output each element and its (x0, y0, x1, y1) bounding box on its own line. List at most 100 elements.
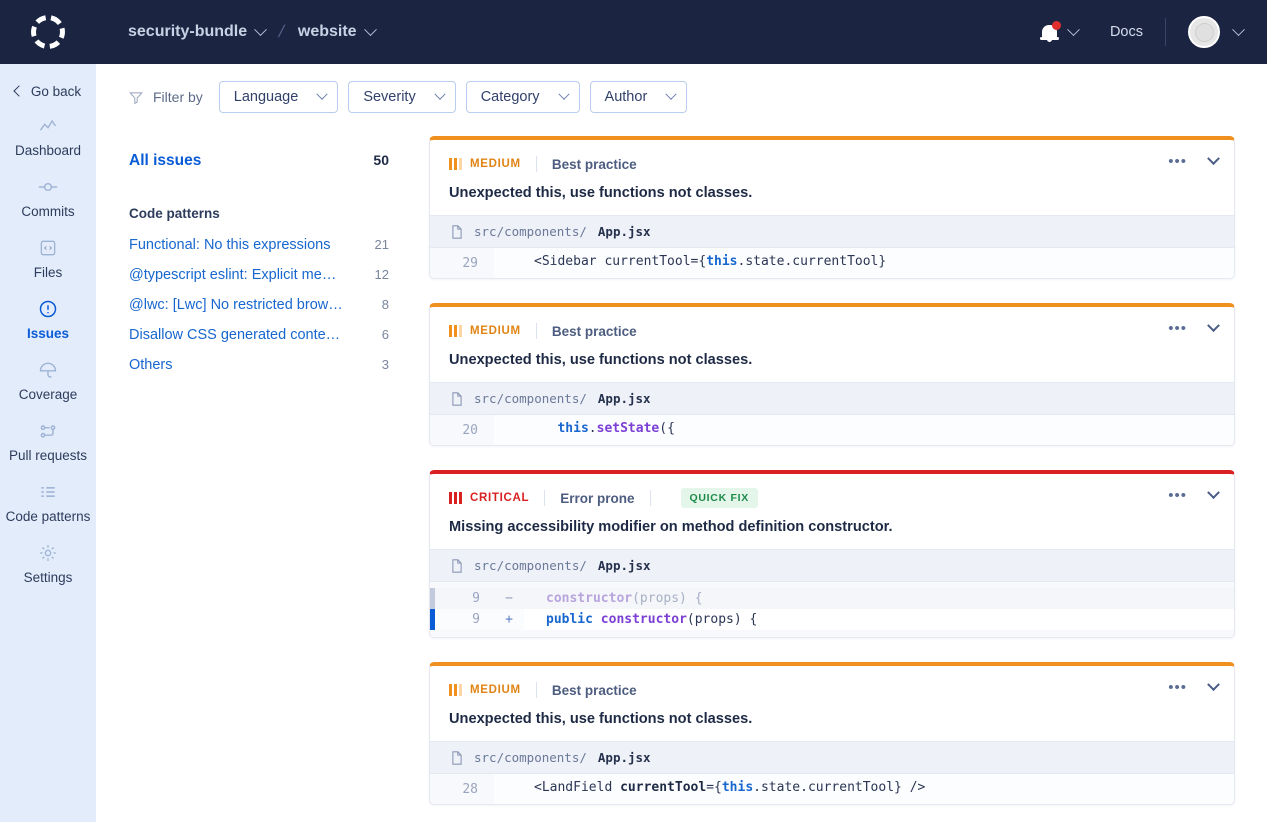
sidebar-item-settings[interactable]: Settings (0, 533, 96, 594)
filter-category-dropdown[interactable]: Category (465, 81, 580, 113)
sidebar-item-label: Coverage (18, 386, 78, 402)
ellipsis-icon[interactable]: ••• (1168, 321, 1187, 336)
filter-author-label: Author (604, 89, 648, 105)
issue-card-actions: ••• (1168, 152, 1220, 169)
filter-bar: Filter by Language Severity Category Aut… (96, 64, 1267, 130)
logo-container[interactable] (0, 0, 96, 64)
chevron-down-icon (665, 88, 677, 100)
ellipsis-icon[interactable]: ••• (1168, 154, 1187, 169)
issue-category: Best practice (551, 156, 637, 172)
chevron-down-icon[interactable] (1207, 152, 1220, 166)
file-name: App.jsx (597, 558, 651, 573)
issue-category: Error prone (560, 490, 635, 506)
code-text: public constructor(props) { (524, 609, 1234, 630)
breadcrumb: security-bundle / website (128, 22, 377, 42)
issue-card[interactable]: CRITICAL Error prone QUICK FIX Missing a… (429, 470, 1235, 638)
issue-category: Best practice (551, 323, 637, 339)
code-snippet-line: 20 this.setState({ (430, 415, 1234, 445)
facet-all-issues-label: All issues (129, 152, 202, 169)
list-item[interactable]: @lwc: [Lwc] No restricted browse… 8 (129, 297, 389, 313)
app-header: security-bundle / website Docs (0, 0, 1267, 64)
ellipsis-icon[interactable]: ••• (1168, 680, 1187, 695)
line-number: 28 (462, 781, 478, 797)
filter-severity-label: Severity (363, 89, 416, 105)
sidebar-item-code-patterns[interactable]: Code patterns (0, 472, 96, 533)
header-divider (1165, 18, 1166, 46)
chevron-down-icon[interactable] (1232, 22, 1245, 36)
issue-file-path[interactable]: src/components/App.jsx (430, 549, 1234, 582)
list-item[interactable]: Functional: No this expressions 21 (129, 237, 389, 253)
facet-all-issues[interactable]: All issues 50 (129, 152, 389, 170)
docs-link[interactable]: Docs (1110, 24, 1143, 40)
issue-card[interactable]: MEDIUM Best practice Unexpected this, us… (429, 662, 1235, 805)
file-icon (452, 391, 462, 406)
issue-file-path[interactable]: src/components/App.jsx (430, 741, 1234, 774)
file-name: App.jsx (597, 391, 651, 406)
list-item[interactable]: @typescript eslint: Explicit mem… 12 (129, 267, 389, 283)
sidebar: Go back Dashboard Commits Files Issues C… (0, 64, 96, 822)
meta-divider (649, 490, 651, 506)
filter-severity-dropdown[interactable]: Severity (348, 81, 456, 113)
alert-circle-icon (39, 300, 57, 317)
severity-label: MEDIUM (470, 684, 521, 696)
sidebar-item-dashboard[interactable]: Dashboard (0, 106, 96, 167)
severity-badge: CRITICAL (449, 492, 529, 504)
issue-title: Unexpected this, use functions not class… (449, 185, 753, 201)
bell-icon (1039, 20, 1061, 42)
arrow-left-icon (13, 85, 25, 97)
breadcrumb-repository[interactable]: website (298, 22, 377, 41)
facet-section-title: Code patterns (129, 206, 220, 221)
list-item[interactable]: Others 3 (129, 357, 389, 373)
chevron-down-icon[interactable] (1207, 486, 1220, 500)
issue-card-actions: ••• (1168, 678, 1220, 695)
diff-line-removed: 9 − constructor(props) { (430, 588, 1234, 609)
line-number: 29 (462, 255, 478, 271)
go-back-button[interactable]: Go back (0, 76, 96, 106)
sidebar-item-files[interactable]: Files (0, 228, 96, 289)
issue-title: Unexpected this, use functions not class… (449, 711, 753, 727)
filter-language-label: Language (233, 89, 299, 105)
issue-file-path[interactable]: src/components/App.jsx (430, 382, 1234, 415)
sidebar-item-label: Code patterns (5, 508, 91, 524)
umbrella-icon (39, 362, 57, 378)
filter-language-dropdown[interactable]: Language (218, 81, 339, 113)
avatar[interactable] (1188, 16, 1220, 48)
file-icon (452, 224, 462, 239)
sidebar-item-issues[interactable]: Issues (0, 289, 96, 350)
issue-card[interactable]: MEDIUM Best practice Unexpected this, us… (429, 136, 1235, 279)
sidebar-item-label: Commits (21, 203, 75, 219)
codacy-ring-logo-icon (26, 10, 70, 54)
chevron-down-icon[interactable] (1207, 319, 1220, 333)
filter-by-label: Filter by (153, 89, 203, 105)
pattern-count: 8 (381, 297, 389, 312)
filter-author-dropdown[interactable]: Author (589, 81, 688, 113)
issue-file-path[interactable]: src/components/App.jsx (430, 215, 1234, 248)
ellipsis-icon[interactable]: ••• (1168, 488, 1187, 503)
severity-bars-icon (449, 158, 462, 170)
sidebar-item-pull-requests[interactable]: Pull requests (0, 411, 96, 472)
diff-sign: − (505, 591, 513, 606)
list-item[interactable]: Disallow CSS generated content … 6 (129, 327, 389, 343)
meta-divider (535, 156, 537, 172)
go-back-label: Go back (30, 83, 82, 99)
notifications-button[interactable] (1039, 20, 1080, 42)
code-text: <Sidebar currentTool={this.state.current… (494, 248, 1234, 278)
code-snippet-line: 28 <LandField currentTool={this.state.cu… (430, 774, 1234, 804)
pattern-count: 6 (381, 327, 389, 342)
issue-card-header: CRITICAL Error prone QUICK FIX Missing a… (430, 474, 1234, 549)
pattern-label: Others (129, 357, 173, 373)
issue-meta: MEDIUM Best practice (449, 155, 1218, 173)
chevron-down-icon[interactable] (1207, 678, 1220, 692)
chevron-down-icon (316, 88, 328, 100)
meta-divider (535, 323, 537, 339)
sidebar-item-commits[interactable]: Commits (0, 167, 96, 228)
file-directory: src/components/ (474, 558, 587, 573)
severity-label: MEDIUM (470, 325, 521, 337)
sidebar-item-coverage[interactable]: Coverage (0, 350, 96, 411)
pattern-label: @lwc: [Lwc] No restricted browse… (129, 297, 347, 313)
breadcrumb-organization[interactable]: security-bundle (128, 22, 268, 41)
file-name: App.jsx (597, 750, 651, 765)
pattern-count: 12 (374, 267, 389, 282)
issue-card[interactable]: MEDIUM Best practice Unexpected this, us… (429, 303, 1235, 446)
severity-bars-icon (449, 684, 462, 696)
